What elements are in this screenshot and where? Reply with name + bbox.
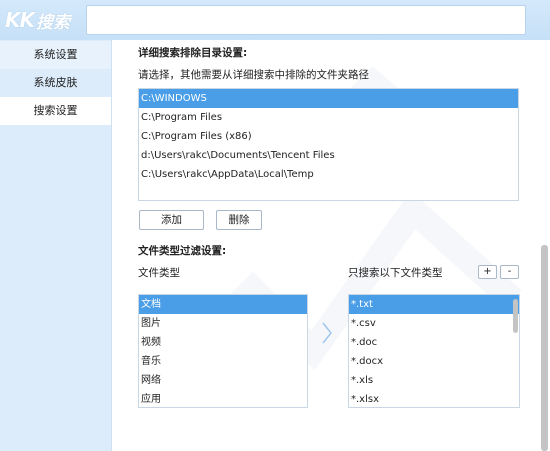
sidebar-item-system-settings[interactable]: 系统设置 bbox=[0, 41, 111, 69]
extension-list: *.txt *.csv *.doc *.docx *.xls *.xlsx bbox=[348, 294, 520, 408]
extension-list-scrollbar[interactable] bbox=[513, 299, 518, 333]
filter-section-title: 文件类型过滤设置: bbox=[138, 245, 227, 257]
list-item[interactable]: 文档 bbox=[139, 295, 307, 314]
list-item[interactable]: *.docx bbox=[349, 352, 519, 371]
chevron-right-icon bbox=[322, 322, 332, 344]
logo-text: 搜索 bbox=[36, 12, 70, 33]
search-only-types-label: 只搜索以下文件类型 bbox=[348, 267, 443, 279]
list-item[interactable]: *.csv bbox=[349, 314, 519, 333]
settings-panel: 详细搜索排除目录设置: 请选择，其他需要从详细搜索中排除的文件夹路径 C:\WI… bbox=[113, 40, 550, 451]
path-item[interactable]: C:\Program Files (x86) bbox=[139, 127, 518, 146]
list-item[interactable]: 网络 bbox=[139, 371, 307, 390]
list-item[interactable]: 图片 bbox=[139, 314, 307, 333]
list-item[interactable]: 视频 bbox=[139, 333, 307, 352]
file-type-label: 文件类型 bbox=[138, 267, 180, 279]
app-logo: KK 搜索 bbox=[5, 6, 70, 34]
path-item[interactable]: C:\WINDOWS bbox=[139, 89, 518, 108]
list-item[interactable]: *.doc bbox=[349, 333, 519, 352]
list-item[interactable]: *.txt bbox=[349, 295, 519, 314]
delete-path-button[interactable]: 删除 bbox=[216, 210, 262, 230]
exclude-hint: 请选择，其他需要从详细搜索中排除的文件夹路径 bbox=[138, 69, 369, 81]
add-path-button[interactable]: 添加 bbox=[139, 210, 204, 230]
panel-scrollbar-track[interactable] bbox=[541, 245, 548, 451]
list-item[interactable]: 音乐 bbox=[139, 352, 307, 371]
sidebar-item-search-settings[interactable]: 搜索设置 bbox=[0, 97, 111, 125]
exclude-section-title: 详细搜索排除目录设置: bbox=[138, 47, 248, 59]
path-item[interactable]: d:\Users\rakc\Documents\Tencent Files bbox=[139, 146, 518, 165]
sidebar: 系统设置 系统皮肤 搜索设置 bbox=[0, 40, 112, 451]
add-extension-button[interactable]: + bbox=[478, 265, 497, 279]
title-bar: KK 搜索 bbox=[0, 0, 550, 40]
list-item[interactable]: 应用 bbox=[139, 390, 307, 407]
remove-extension-button[interactable]: - bbox=[500, 265, 519, 279]
file-type-list: 文档 图片 视频 音乐 网络 应用 bbox=[138, 294, 308, 408]
list-item[interactable]: *.xlsx bbox=[349, 390, 519, 407]
exclude-path-list: C:\WINDOWS C:\Program Files C:\Program F… bbox=[138, 88, 519, 201]
list-item[interactable]: *.xls bbox=[349, 371, 519, 390]
logo-kk: KK bbox=[5, 8, 35, 32]
sidebar-item-system-skin[interactable]: 系统皮肤 bbox=[0, 69, 111, 97]
path-item[interactable]: C:\Program Files bbox=[139, 108, 518, 127]
search-input[interactable] bbox=[86, 5, 526, 35]
panel-scrollbar-thumb[interactable] bbox=[541, 245, 548, 451]
path-item[interactable]: C:\Users\rakc\AppData\Local\Temp bbox=[139, 165, 518, 184]
